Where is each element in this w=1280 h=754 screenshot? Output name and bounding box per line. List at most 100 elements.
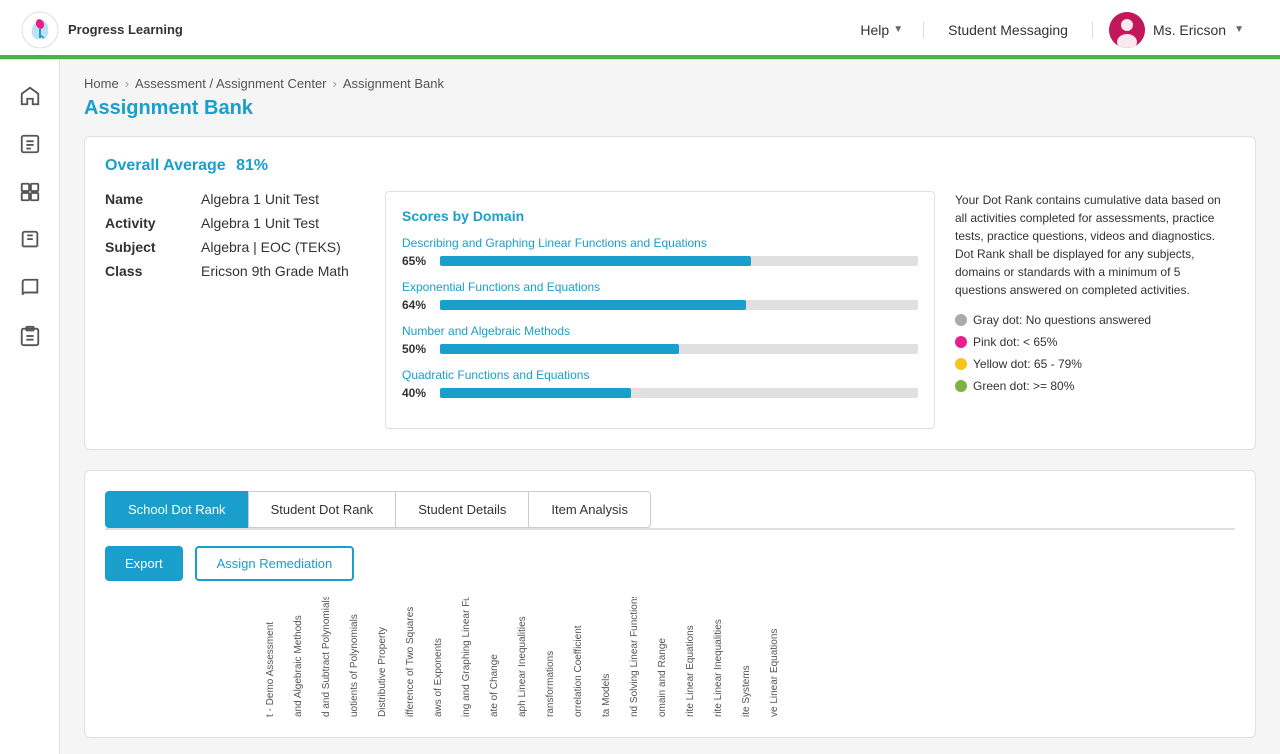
assignments-icon xyxy=(19,133,41,155)
sidebar-item-clipboard[interactable] xyxy=(10,316,50,356)
column-header: ta Models xyxy=(601,607,629,717)
bar-row: 65% xyxy=(402,254,918,268)
action-row: Export Assign Remediation xyxy=(105,546,1235,581)
avatar-icon xyxy=(1109,12,1145,48)
dotrank-info: Your Dot Rank contains cumulative data b… xyxy=(955,191,1235,429)
sidebar-item-reports[interactable] xyxy=(10,172,50,212)
user-bar xyxy=(0,55,1280,59)
bar-fill xyxy=(440,344,679,354)
domain-name: Describing and Graphing Linear Functions… xyxy=(402,236,918,250)
rotated-labels: t - Demo Assessmentand Algebraic Methods… xyxy=(105,607,797,717)
bar-track xyxy=(440,344,918,354)
column-header: ite Systems xyxy=(741,607,769,717)
column-header: rite Linear Equations xyxy=(685,607,713,717)
bar-track xyxy=(440,388,918,398)
sidebar xyxy=(0,60,60,754)
top-navigation: Progress Learning Help ▼ Student Messagi… xyxy=(0,0,1280,60)
tab-student-dot-rank[interactable]: Student Dot Rank xyxy=(248,491,397,528)
meta-class-row: Class Ericson 9th Grade Math xyxy=(105,263,365,279)
gray-dot-icon xyxy=(955,314,967,326)
column-header: Distributive Property xyxy=(377,607,405,717)
help-chevron-icon: ▼ xyxy=(893,24,903,35)
logo-icon xyxy=(20,10,60,50)
bar-pct: 65% xyxy=(402,254,432,268)
meta-table: Name Algebra 1 Unit Test Activity Algebr… xyxy=(105,191,365,429)
sidebar-item-library[interactable] xyxy=(10,220,50,260)
bar-pct: 50% xyxy=(402,342,432,356)
bar-row: 50% xyxy=(402,342,918,356)
column-header: and Algebraic Methods xyxy=(293,607,321,717)
bar-fill xyxy=(440,300,746,310)
bar-pct: 40% xyxy=(402,386,432,400)
assign-remediation-button[interactable]: Assign Remediation xyxy=(195,546,355,581)
column-header: ifference of Two Squares xyxy=(405,607,433,717)
domain-name: Quadratic Functions and Equations xyxy=(402,368,918,382)
tab-school-dot-rank[interactable]: School Dot Rank xyxy=(105,491,249,528)
domains-list: Describing and Graphing Linear Functions… xyxy=(402,236,918,400)
column-header: orrelation Coefficient xyxy=(573,607,601,717)
student-messaging-button[interactable]: Student Messaging xyxy=(924,22,1093,38)
breadcrumb-current: Assignment Bank xyxy=(343,76,444,91)
column-header: aws of Exponents xyxy=(433,607,461,717)
legend-green: Green dot: >= 80% xyxy=(955,377,1235,395)
reports-icon xyxy=(19,181,41,203)
meta-name-row: Name Algebra 1 Unit Test xyxy=(105,191,365,207)
book-icon xyxy=(19,277,41,299)
column-header: t - Demo Assessment xyxy=(265,607,293,717)
avatar xyxy=(1109,12,1145,48)
meta-activity-row: Activity Algebra 1 Unit Test xyxy=(105,215,365,231)
export-button[interactable]: Export xyxy=(105,546,183,581)
column-header: ate of Change xyxy=(489,607,517,717)
green-dot-icon xyxy=(955,380,967,392)
breadcrumb-center[interactable]: Assessment / Assignment Center xyxy=(135,76,326,91)
yellow-dot-icon xyxy=(955,358,967,370)
nav-right: Help ▼ Student Messaging Ms. Ericson ▼ xyxy=(840,12,1260,48)
bar-row: 64% xyxy=(402,298,918,312)
bar-row: 40% xyxy=(402,386,918,400)
column-headers: t - Demo Assessmentand Algebraic Methods… xyxy=(105,597,1235,717)
legend-pink: Pink dot: < 65% xyxy=(955,333,1235,351)
user-chevron-icon: ▼ xyxy=(1234,24,1244,35)
breadcrumb-sep-2: › xyxy=(333,76,337,91)
tab-item-analysis[interactable]: Item Analysis xyxy=(528,491,651,528)
legend-gray: Gray dot: No questions answered xyxy=(955,311,1235,329)
domain-row: Number and Algebraic Methods 50% xyxy=(402,324,918,356)
column-header: omain and Range xyxy=(657,607,685,717)
domain-name: Number and Algebraic Methods xyxy=(402,324,918,338)
sidebar-item-book[interactable] xyxy=(10,268,50,308)
column-header: nd Solving Linear Functions xyxy=(629,607,657,717)
sidebar-item-home[interactable] xyxy=(10,76,50,116)
breadcrumb-home[interactable]: Home xyxy=(84,76,119,91)
bar-fill xyxy=(440,388,631,398)
tab-student-details[interactable]: Student Details xyxy=(395,491,529,528)
library-icon xyxy=(19,229,41,251)
overall-grid: Name Algebra 1 Unit Test Activity Algebr… xyxy=(105,191,1235,429)
tabs-section: School Dot RankStudent Dot RankStudent D… xyxy=(84,470,1256,738)
logo[interactable]: Progress Learning xyxy=(20,10,183,50)
domain-row: Exponential Functions and Equations 64% xyxy=(402,280,918,312)
logo-text: Progress Learning xyxy=(68,22,183,38)
domain-name: Exponential Functions and Equations xyxy=(402,280,918,294)
help-menu[interactable]: Help ▼ xyxy=(840,22,924,38)
domain-row: Describing and Graphing Linear Functions… xyxy=(402,236,918,268)
column-header: ve Linear Equations xyxy=(769,607,797,717)
bar-fill xyxy=(440,256,751,266)
column-header: d and Subtract Polynomials xyxy=(321,607,349,717)
user-menu[interactable]: Ms. Ericson ▼ xyxy=(1093,12,1260,48)
meta-subject-row: Subject Algebra | EOC (TEKS) xyxy=(105,239,365,255)
overall-average-header: Overall Average 81% xyxy=(105,157,1235,175)
column-header: rite Linear Inequalities xyxy=(713,607,741,717)
dot-legend: Gray dot: No questions answered Pink dot… xyxy=(955,311,1235,395)
clipboard-icon xyxy=(19,325,41,347)
home-icon xyxy=(19,85,41,107)
user-name-label: Ms. Ericson xyxy=(1153,22,1226,38)
bar-pct: 64% xyxy=(402,298,432,312)
breadcrumb: Home › Assessment / Assignment Center › … xyxy=(84,76,1256,91)
sidebar-item-assignments[interactable] xyxy=(10,124,50,164)
column-header: ransformations xyxy=(545,607,573,717)
scores-by-domain: Scores by Domain Describing and Graphing… xyxy=(385,191,935,429)
column-header: aph Linear Inequalities xyxy=(517,607,545,717)
bar-track xyxy=(440,300,918,310)
tabs-row: School Dot RankStudent Dot RankStudent D… xyxy=(105,491,1235,530)
column-header: ing and Graphing Linear Functions xyxy=(461,607,489,717)
